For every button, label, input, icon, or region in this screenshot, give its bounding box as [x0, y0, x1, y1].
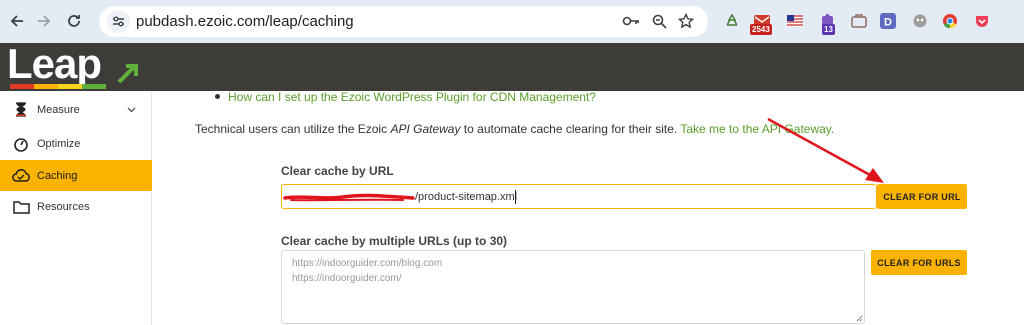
pocket-extension-icon[interactable]: [972, 11, 992, 31]
textarea-placeholder-line: https://indoorguider.com/blog.com: [292, 258, 443, 269]
text-caret: [515, 190, 516, 204]
password-key-icon[interactable]: [621, 11, 641, 31]
gauge-icon: [12, 135, 30, 153]
chevron-down-icon[interactable]: [127, 105, 136, 115]
bullet-dot: [215, 94, 220, 99]
briefcase-extension-icon[interactable]: [849, 11, 869, 31]
d-extension-icon[interactable]: D: [878, 11, 898, 31]
zoom-icon[interactable]: [649, 11, 669, 31]
calendar-count-badge: 13: [822, 24, 835, 35]
back-icon[interactable]: [6, 10, 28, 32]
sidebar-item-measure[interactable]: Measure: [0, 94, 152, 125]
url-text[interactable]: pubdash.ezoic.com/leap/caching: [136, 13, 354, 30]
redaction-scribble: [283, 193, 415, 202]
clear-for-urls-button[interactable]: CLEAR FOR URLS: [871, 250, 967, 275]
bookmark-star-icon[interactable]: [676, 11, 696, 31]
clear-multiple-urls-label: Clear cache by multiple URLs (up to 30): [281, 234, 508, 248]
us-flag-extension-icon[interactable]: [785, 11, 805, 31]
sidebar-item-caching[interactable]: Caching: [0, 160, 152, 191]
recycle-extension-icon[interactable]: [722, 11, 742, 31]
wordpress-cdn-help-link[interactable]: How can I set up the Ezoic WordPress Plu…: [228, 90, 596, 104]
sidebar: Measure Optimize Caching Resources: [0, 91, 152, 325]
folder-icon: [12, 198, 30, 216]
sidebar-item-optimize[interactable]: Optimize: [0, 128, 152, 159]
svg-text:D: D: [884, 17, 892, 29]
mail-count-badge: 2543: [750, 24, 772, 35]
address-bar[interactable]: pubdash.ezoic.com/leap/caching: [99, 6, 708, 37]
app-header: [0, 43, 1024, 91]
sidebar-item-label: Optimize: [37, 137, 81, 150]
para-text: to automate cache clearing for their sit…: [460, 122, 681, 136]
browser-toolbar: pubdash.ezoic.com/leap/caching 2543 13 D: [0, 0, 1024, 43]
para-text: Technical users can utilize the Ezoic: [195, 122, 391, 136]
reload-icon[interactable]: [63, 10, 85, 32]
cloud-icon: [12, 167, 30, 185]
clear-url-value[interactable]: /product-sitemap.xml: [415, 191, 517, 203]
api-gateway-paragraph: Technical users can utilize the Ezoic AP…: [195, 122, 834, 136]
chrome-extension-icon[interactable]: [940, 11, 960, 31]
clear-by-url-label: Clear cache by URL: [281, 164, 394, 178]
logo-growth-arrow-icon: [117, 64, 138, 84]
textarea-placeholder-line: https://indoorguider.com/: [292, 273, 402, 284]
robot-extension-icon[interactable]: [910, 11, 930, 31]
leap-logo[interactable]: Leap: [7, 43, 102, 85]
para-emphasis: API Gateway: [390, 122, 461, 136]
resize-handle-icon[interactable]: [856, 315, 863, 322]
sidebar-item-label: Caching: [37, 169, 78, 182]
sidebar-item-label: Resources: [37, 200, 90, 213]
hourglass-icon: [12, 101, 30, 119]
logo-color-bar: [10, 84, 106, 89]
forward-icon[interactable]: [33, 10, 55, 32]
api-gateway-link[interactable]: Take me to the API Gateway.: [680, 122, 834, 136]
clear-for-url-button[interactable]: CLEAR FOR URL: [877, 184, 967, 209]
sidebar-item-resources[interactable]: Resources: [0, 191, 152, 222]
sidebar-item-label: Measure: [37, 103, 80, 116]
site-info-icon[interactable]: [107, 10, 130, 33]
